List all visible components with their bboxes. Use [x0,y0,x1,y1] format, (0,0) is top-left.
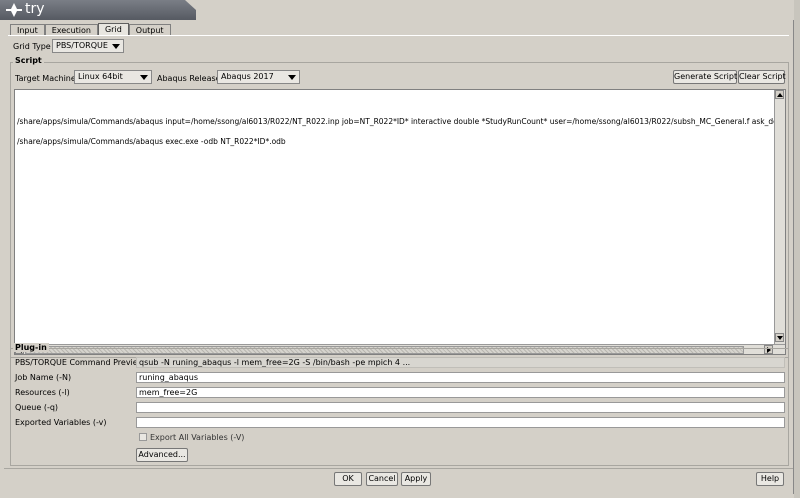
abaqus-release-label: Abaqus Release [157,74,221,83]
command-preview-field: qsub -N runing_abaqus -l mem_free=2G -S … [136,357,785,368]
grid-type-value: PBS/TORQUE [56,41,108,50]
ok-button[interactable]: OK [334,472,362,486]
script-editor[interactable]: /share/apps/simula/Commands/abaqus input… [14,89,786,355]
exported-variables-label: Exported Variables (-v) [15,418,107,427]
app-logo-icon [6,3,22,17]
chevron-down-icon [112,44,120,49]
scroll-down-button[interactable] [775,333,784,342]
target-machine-select[interactable]: Linux 64bit [74,70,152,84]
grid-type-select[interactable]: PBS/TORQUE [52,39,124,53]
window-edge [794,0,800,498]
window-title: try [25,1,45,17]
arrow-down-icon [777,336,783,340]
plugin-group-title: Plug-in [13,343,49,352]
job-name-label: Job Name (-N) [15,373,72,382]
command-preview-label: PBS/TORQUE Command Preview [15,358,145,367]
help-button[interactable]: Help [756,472,784,486]
abaqus-release-select[interactable]: Abaqus 2017 [217,70,300,84]
apply-button[interactable]: Apply [401,472,431,486]
abaqus-release-value: Abaqus 2017 [221,72,274,81]
queue-input[interactable] [136,402,785,413]
target-machine-label: Target Machine [15,74,76,83]
title-bar: try [0,0,800,20]
exported-variables-input[interactable] [136,417,785,428]
generate-script-button[interactable]: Generate Script [673,70,737,84]
vertical-scrollbar[interactable] [774,90,785,344]
chevron-down-icon [140,75,148,80]
cancel-button[interactable]: Cancel [366,472,398,486]
script-group-title: Script [13,56,44,65]
arrow-up-icon [777,93,783,97]
chevron-down-icon [288,75,296,80]
tab-divider [8,35,789,36]
resources-label: Resources (-l) [15,388,70,397]
grid-type-label: Grid Type [13,42,51,51]
script-line: /share/apps/simula/Commands/abaqus exec.… [17,137,286,146]
target-machine-value: Linux 64bit [78,72,123,81]
resources-input[interactable]: mem_free=2G [136,387,785,398]
export-all-label: Export All Variables (-V) [150,433,245,442]
queue-label: Queue (-q) [15,403,59,412]
scroll-up-button[interactable] [775,90,784,99]
script-line: /share/apps/simula/Commands/abaqus input… [17,117,786,126]
advanced-button[interactable]: Advanced... [136,448,188,462]
job-name-input[interactable]: runing_abaqus [136,372,785,383]
clear-script-button[interactable]: Clear Script [738,70,786,84]
export-all-checkbox[interactable] [139,433,147,441]
footer-divider [4,468,793,469]
main-window: Input Execution Grid Output Grid Type PB… [4,20,794,494]
